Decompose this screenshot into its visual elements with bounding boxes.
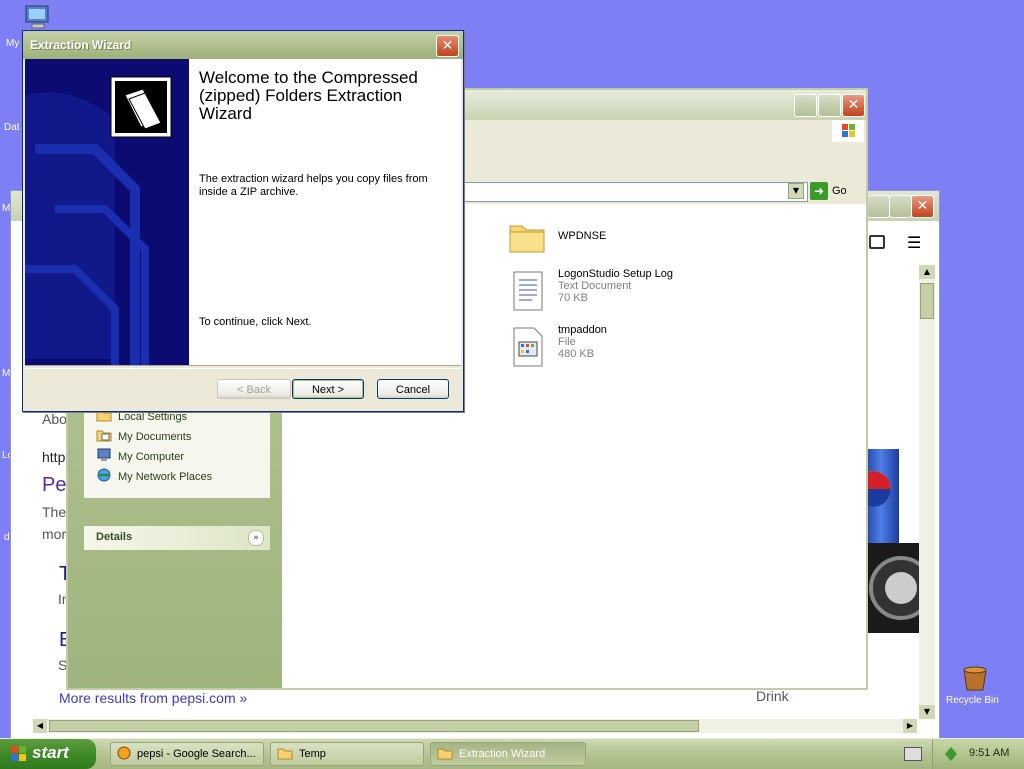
recycle-bin-label: Recycle Bin xyxy=(946,695,999,706)
go-arrow-icon: ➜ xyxy=(810,182,828,200)
windows-flag-icon xyxy=(10,745,28,768)
details-label: Details xyxy=(96,531,133,543)
browser-text-http: http xyxy=(42,449,66,465)
back-button[interactable]: < Back xyxy=(217,379,291,399)
drink-text: Drink xyxy=(756,688,789,704)
browser-app-icon xyxy=(117,746,131,763)
recycle-bin-icon[interactable] xyxy=(960,664,990,692)
wizard-description: The extraction wizard helps you copy fil… xyxy=(199,173,428,198)
folder-icon xyxy=(508,218,548,259)
folder-icon xyxy=(277,746,293,763)
wizard-body: Welcome to the Compressed (zipped) Folde… xyxy=(25,59,461,365)
taskbar-item-google-search[interactable]: pepsi - Google Search... xyxy=(110,742,264,766)
clock[interactable]: 9:51 AM xyxy=(969,747,1009,759)
sidebar-icon[interactable] xyxy=(869,235,885,249)
next-button[interactable]: Next > xyxy=(292,379,364,399)
tire-image xyxy=(867,543,933,633)
file-item-tmpaddon[interactable]: tmpaddon File 480 KB xyxy=(508,324,607,373)
browser-minimize-button[interactable] xyxy=(867,195,890,218)
details-panel-header[interactable]: Details » xyxy=(84,526,270,550)
explorer-close-button[interactable]: ✕ xyxy=(842,94,865,117)
scroll-up-button[interactable]: ▲ xyxy=(919,265,935,279)
scroll-down-button[interactable]: ▼ xyxy=(919,705,935,719)
menu-icon[interactable]: ☰ xyxy=(907,233,921,252)
text-document-icon xyxy=(508,268,548,317)
taskbar-item-extraction-wizard[interactable]: Extraction Wizard xyxy=(430,742,586,766)
desktop-label-d: d xyxy=(4,532,10,543)
start-label: start xyxy=(32,743,69,762)
other-places-my-computer[interactable]: My Computer xyxy=(96,448,184,465)
address-dropdown-button[interactable]: ▼ xyxy=(788,183,804,199)
scroll-hthumb[interactable] xyxy=(49,720,699,732)
start-button[interactable]: start xyxy=(0,739,96,769)
taskbar-item-label: pepsi - Google Search... xyxy=(137,748,256,760)
file-type: Text Document xyxy=(558,280,632,292)
explorer-minimize-button[interactable] xyxy=(794,94,817,117)
wizard-separator xyxy=(25,365,461,369)
cancel-button[interactable]: Cancel xyxy=(377,379,449,399)
go-label: Go xyxy=(832,185,847,197)
file-item-wpdnse[interactable]: WPDNSE xyxy=(508,218,606,259)
expand-chevron-icon[interactable]: » xyxy=(248,530,264,546)
browser-close-button[interactable]: ✕ xyxy=(911,195,934,218)
generic-file-icon xyxy=(508,324,548,373)
wizard-continue-text: To continue, click Next. xyxy=(199,316,312,328)
folder-icon xyxy=(437,746,453,763)
network-places-icon xyxy=(96,468,112,485)
network-tray-icon[interactable] xyxy=(943,746,959,765)
scroll-thumb[interactable] xyxy=(920,283,934,319)
taskbar-item-label: Extraction Wizard xyxy=(459,748,546,760)
other-places-label: My Network Places xyxy=(118,470,213,483)
file-name: tmpaddon xyxy=(558,324,607,336)
other-places-my-documents[interactable]: My Documents xyxy=(96,428,191,445)
file-name: WPDNSE xyxy=(558,230,607,242)
scroll-right-button[interactable]: ▶ xyxy=(903,719,917,733)
wizard-titlebar: Extraction Wizard ✕ xyxy=(23,31,463,59)
windows-logo-icon xyxy=(832,120,864,142)
desktop-label-data: Dat xyxy=(4,122,20,133)
browser-horizontal-scrollbar[interactable]: ◀ ▶ xyxy=(33,719,917,733)
taskbar-item-temp[interactable]: Temp xyxy=(270,742,424,766)
wizard-title: Extraction Wizard xyxy=(30,38,132,52)
my-computer-icon[interactable] xyxy=(22,4,54,32)
browser-text-about: Abo xyxy=(42,411,67,427)
other-places-my-network-places[interactable]: My Network Places xyxy=(96,468,212,485)
file-size: 480 KB xyxy=(558,348,595,360)
file-type: File xyxy=(558,336,576,348)
browser-text-mor: mor xyxy=(42,526,67,542)
scroll-left-button[interactable]: ◀ xyxy=(33,719,47,733)
browser-maximize-button[interactable] xyxy=(889,195,912,218)
explorer-maximize-button[interactable] xyxy=(818,94,841,117)
taskbar-item-label: Temp xyxy=(299,748,326,760)
browser-vertical-scrollbar[interactable]: ▲ ▼ xyxy=(919,265,935,719)
desktop-label-my: My xyxy=(6,38,20,49)
file-item-logonstudio-log[interactable]: LogonStudio Setup Log Text Document 70 K… xyxy=(508,268,673,317)
browser-link-pe[interactable]: Pe xyxy=(42,474,66,497)
file-size: 70 KB xyxy=(558,292,588,304)
browser-text-the: The xyxy=(42,504,67,520)
wizard-close-button[interactable]: ✕ xyxy=(436,35,459,57)
other-places-label: My Computer xyxy=(118,450,185,463)
my-computer-icon xyxy=(96,448,112,465)
wizard-heading: Welcome to the Compressed (zipped) Folde… xyxy=(199,68,418,123)
keyboard-icon[interactable] xyxy=(904,747,922,761)
pepsi-can-image xyxy=(855,449,899,543)
system-tray: 9:51 AM xyxy=(932,739,1024,769)
go-button[interactable]: ➜ Go xyxy=(810,182,847,200)
file-name: LogonStudio Setup Log xyxy=(558,268,673,280)
wizard-side-art xyxy=(25,59,189,365)
other-places-label: My Documents xyxy=(118,430,192,443)
other-places-label: Local Settings xyxy=(118,410,188,423)
extraction-wizard-dialog: Extraction Wizard ✕ Welcome to the Compr… xyxy=(22,30,464,412)
more-results-link[interactable]: More results from pepsi.com » xyxy=(59,690,247,706)
my-documents-icon xyxy=(96,428,112,445)
taskbar: start pepsi - Google Search... Temp Extr… xyxy=(0,738,1024,769)
